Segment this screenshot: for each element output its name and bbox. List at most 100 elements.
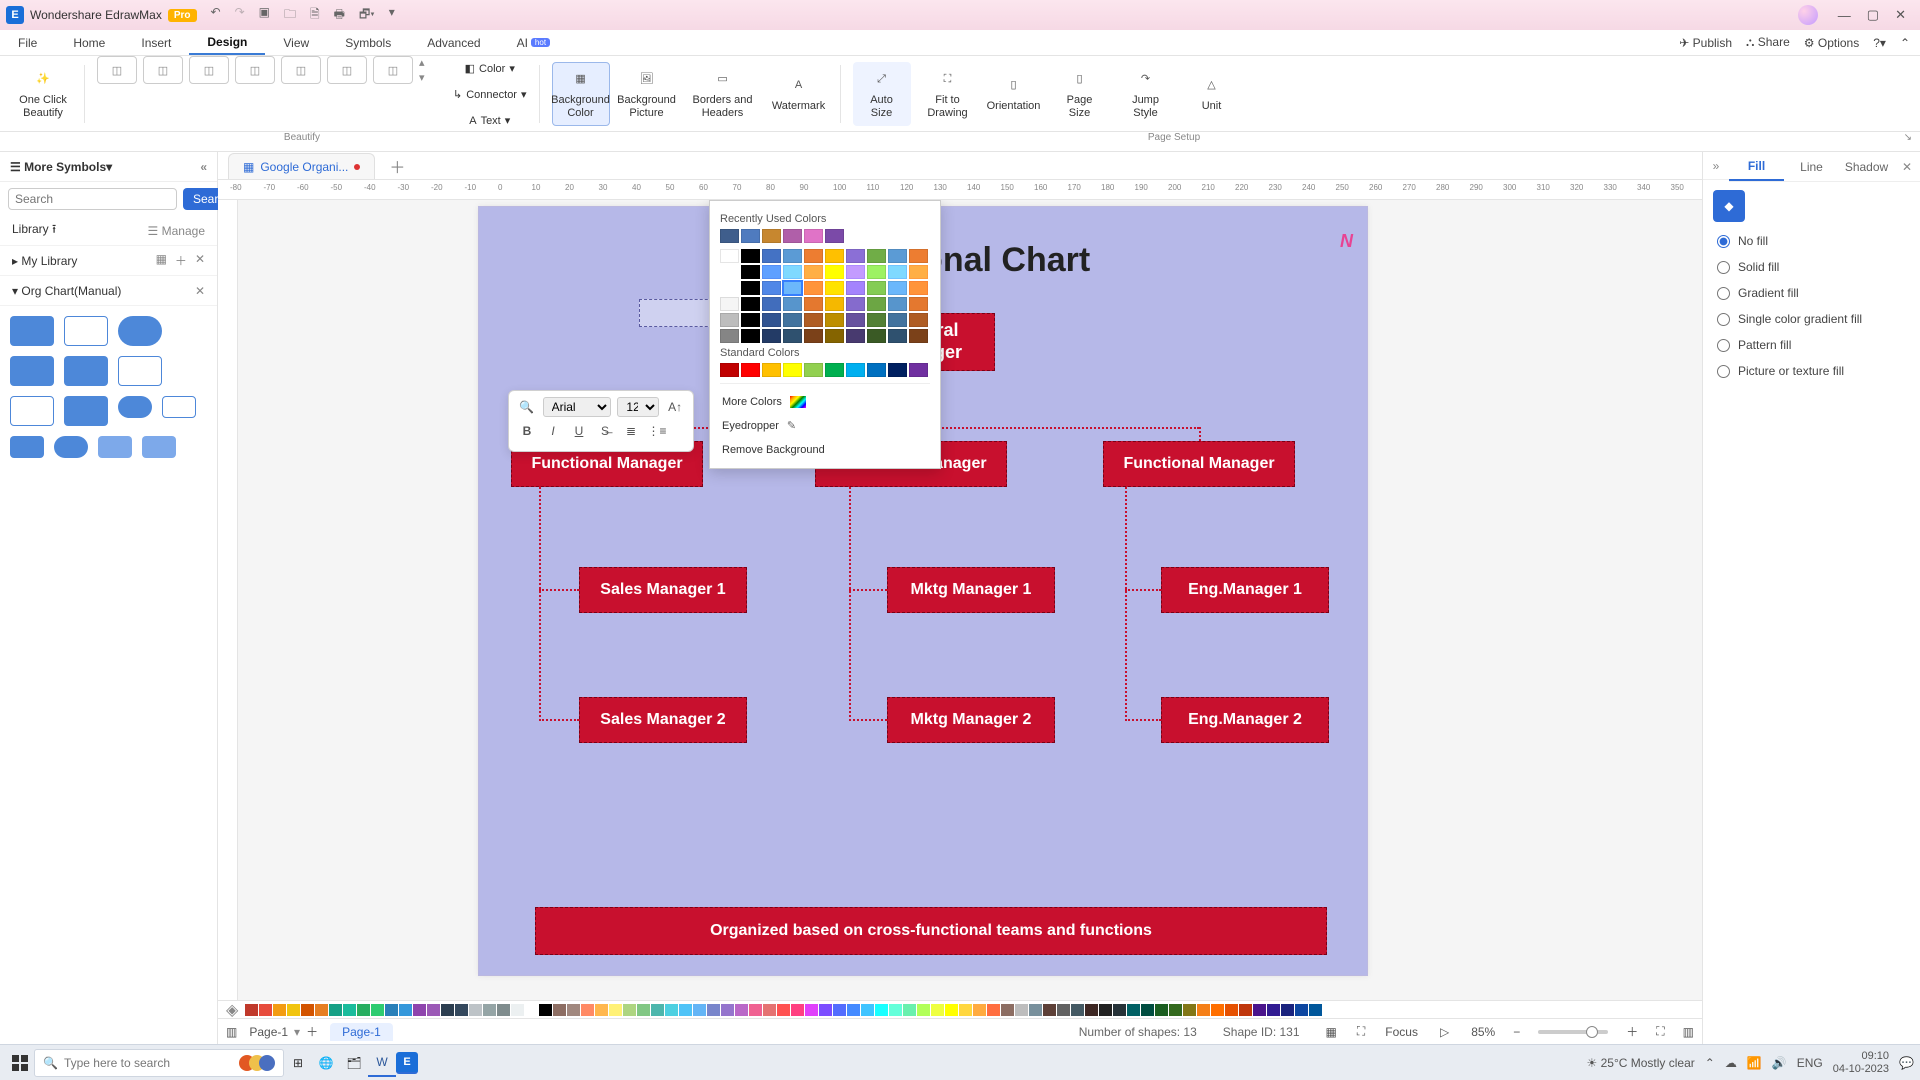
menu-design[interactable]: Design [189,30,265,55]
add-page-button[interactable]: ＋ [306,1023,318,1040]
shape-thumb[interactable] [162,396,196,418]
color-swatch[interactable] [783,313,802,327]
color-swatch[interactable] [762,229,781,243]
quick-color-swatch[interactable] [1239,1004,1252,1016]
color-swatch[interactable] [846,249,865,263]
color-swatch[interactable] [804,229,823,243]
quick-color-swatch[interactable] [1281,1004,1294,1016]
color-swatch[interactable] [825,281,844,295]
node-eng-1[interactable]: Eng.Manager 1 [1161,567,1329,613]
style-preset[interactable]: ◫ [189,56,229,84]
watermark-button[interactable]: AWatermark [770,62,828,126]
my-library[interactable]: ▸ My Library [12,254,77,268]
tray-notifications-icon[interactable]: 💬 [1899,1056,1914,1070]
tray-volume-icon[interactable]: 🔊 [1772,1056,1787,1070]
color-swatch[interactable] [825,229,844,243]
color-swatch[interactable] [909,313,928,327]
color-swatch[interactable] [888,329,907,343]
quick-color-swatch[interactable] [567,1004,580,1016]
unit-button[interactable]: △Unit [1183,62,1241,126]
color-swatch[interactable] [804,265,823,279]
quick-color-swatch[interactable] [847,1004,860,1016]
color-swatch[interactable] [888,297,907,311]
close-section-icon[interactable]: ✕ [195,284,205,298]
quick-color-swatch[interactable] [245,1004,258,1016]
quick-color-swatch[interactable] [665,1004,678,1016]
quick-color-swatch[interactable] [693,1004,706,1016]
taskbar-edge[interactable]: 🌐 [312,1049,340,1077]
publish-button[interactable]: ✈ Publish [1679,36,1732,50]
connector[interactable] [1199,427,1201,441]
layout-icon[interactable]: ▥ [1683,1025,1694,1039]
connector[interactable] [849,487,851,717]
shape-thumb[interactable] [118,316,162,346]
library-label[interactable]: Library ⭱ [12,220,56,241]
color-swatch[interactable] [867,363,886,377]
fill-pattern[interactable]: Pattern fill [1717,338,1906,352]
color-swatch[interactable] [888,363,907,377]
grid-toggle-icon[interactable]: ▦ [1326,1025,1337,1039]
font-size-select[interactable]: 12 [617,397,659,417]
quick-color-swatch[interactable] [1183,1004,1196,1016]
task-view-button[interactable]: ⊞ [284,1049,312,1077]
font-grow-icon[interactable]: A↑ [665,397,685,417]
color-swatch[interactable] [741,265,760,279]
quick-color-swatch[interactable] [259,1004,272,1016]
quick-color-swatch[interactable] [1099,1004,1112,1016]
quick-color-swatch[interactable] [483,1004,496,1016]
tray-language[interactable]: ENG [1797,1056,1823,1070]
menu-home[interactable]: Home [55,30,123,55]
quick-color-swatch[interactable] [343,1004,356,1016]
color-swatch[interactable] [846,313,865,327]
background-picture-button[interactable]: 🖼Background Picture [618,62,676,126]
tab-shadow[interactable]: Shadow [1839,160,1894,174]
color-swatch[interactable] [867,265,886,279]
connector[interactable] [1125,589,1161,591]
quick-color-swatch[interactable] [441,1004,454,1016]
auto-size-button[interactable]: ⤢Auto Size [853,62,911,126]
eyedropper-icon[interactable]: ◈ [226,1000,238,1020]
quick-color-swatch[interactable] [959,1004,972,1016]
quick-color-swatch[interactable] [805,1004,818,1016]
color-swatch[interactable] [720,249,739,263]
color-swatch[interactable] [846,281,865,295]
color-swatch[interactable] [825,297,844,311]
tab-line[interactable]: Line [1784,160,1839,174]
color-swatch[interactable] [846,329,865,343]
fill-no-fill[interactable]: No fill [1717,234,1906,248]
color-swatch[interactable] [741,329,760,343]
quick-color-swatch[interactable] [987,1004,1000,1016]
quick-color-swatch[interactable] [721,1004,734,1016]
color-swatch[interactable] [867,313,886,327]
color-swatch[interactable] [762,329,781,343]
quick-color-swatch[interactable] [287,1004,300,1016]
quick-color-swatch[interactable] [861,1004,874,1016]
quick-color-swatch[interactable] [413,1004,426,1016]
menu-symbols[interactable]: Symbols [327,30,409,55]
node-footer[interactable]: Organized based on cross-functional team… [535,907,1327,955]
page-tab[interactable]: Page-1 [330,1023,393,1041]
quick-color-swatch[interactable] [917,1004,930,1016]
quick-color-swatch[interactable] [357,1004,370,1016]
shape-thumb[interactable] [142,436,176,458]
node-functional-3[interactable]: Functional Manager [1103,441,1295,487]
color-swatch[interactable] [741,297,760,311]
shape-thumb[interactable] [64,356,108,386]
quick-color-swatch[interactable] [1155,1004,1168,1016]
borders-headers-button[interactable]: ▭Borders and Headers [684,62,762,126]
font-select[interactable]: Arial [543,397,612,417]
presentation-icon[interactable]: ▷ [1440,1025,1449,1039]
quick-color-swatch[interactable] [791,1004,804,1016]
quick-color-swatch[interactable] [749,1004,762,1016]
numbered-list-button[interactable]: ≣ [621,421,641,441]
color-swatch[interactable] [720,313,739,327]
quick-color-swatch[interactable] [777,1004,790,1016]
color-swatch[interactable] [762,313,781,327]
shape-thumb[interactable] [98,436,132,458]
color-swatch[interactable] [804,281,823,295]
quick-color-swatch[interactable] [1071,1004,1084,1016]
color-swatch[interactable] [825,313,844,327]
quick-color-swatch[interactable] [497,1004,510,1016]
quick-color-swatch[interactable] [1225,1004,1238,1016]
manage-button[interactable]: ☰ Manage [148,224,205,238]
